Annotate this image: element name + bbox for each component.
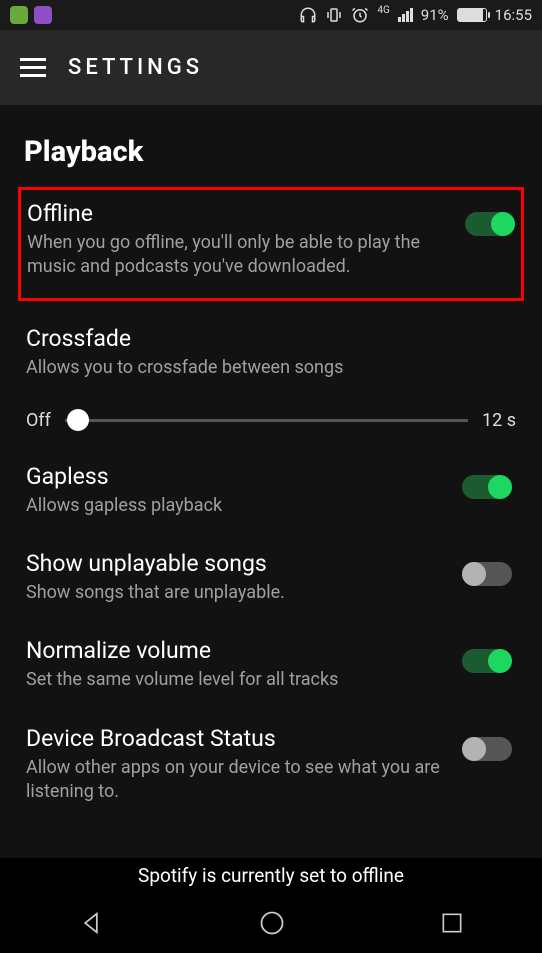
crossfade-max-label: 12 s <box>482 410 516 431</box>
setting-gapless-label: Gapless <box>26 463 442 490</box>
crossfade-slider-row: Off 12 s <box>24 400 518 439</box>
battery-icon <box>457 8 487 22</box>
setting-offline-desc: When you go offline, you'll only be able… <box>27 231 445 280</box>
status-bar: 4G 91% 16:55 <box>0 0 542 30</box>
toggle-normalize[interactable] <box>462 649 512 673</box>
setting-gapless[interactable]: Gapless Allows gapless playback <box>24 447 518 534</box>
system-navbar <box>0 897 542 953</box>
toggle-unplayable[interactable] <box>462 562 512 586</box>
crossfade-slider[interactable] <box>65 419 468 422</box>
setting-crossfade-desc: Allows you to crossfade between songs <box>26 356 492 380</box>
section-header-playback: Playback <box>24 135 518 169</box>
setting-broadcast-desc: Allow other apps on your device to see w… <box>26 756 442 805</box>
setting-unplayable-label: Show unplayable songs <box>26 550 442 577</box>
menu-icon[interactable] <box>20 58 46 77</box>
setting-normalize-desc: Set the same volume level for all tracks <box>26 668 442 692</box>
network-type-label: 4G <box>377 5 389 16</box>
setting-crossfade[interactable]: Crossfade Allows you to crossfade betwee… <box>24 309 518 396</box>
signal-icon <box>398 8 413 22</box>
app-toolbar: SETTINGS <box>0 30 542 105</box>
page-title: SETTINGS <box>68 55 203 80</box>
setting-crossfade-label: Crossfade <box>26 325 492 352</box>
setting-unplayable[interactable]: Show unplayable songs Show songs that ar… <box>24 534 518 621</box>
crossfade-slider-thumb[interactable] <box>67 409 89 431</box>
crossfade-min-label: Off <box>26 410 51 431</box>
setting-broadcast-label: Device Broadcast Status <box>26 725 442 752</box>
settings-content: Playback Offline When you go offline, yo… <box>0 105 542 885</box>
notification-app-icon-1 <box>10 6 28 24</box>
setting-normalize-label: Normalize volume <box>26 637 442 664</box>
toggle-broadcast[interactable] <box>462 737 512 761</box>
setting-unplayable-desc: Show songs that are unplayable. <box>26 581 442 605</box>
setting-broadcast[interactable]: Device Broadcast Status Allow other apps… <box>24 709 518 821</box>
setting-offline-label: Offline <box>27 200 445 227</box>
headphones-icon <box>299 6 317 24</box>
battery-percent: 91% <box>421 6 449 24</box>
nav-home-icon[interactable] <box>258 909 286 941</box>
nav-back-icon[interactable] <box>77 909 105 941</box>
offline-banner: Spotify is currently set to offline <box>0 858 542 893</box>
setting-offline[interactable]: Offline When you go offline, you'll only… <box>18 187 524 301</box>
alarm-icon <box>351 6 369 24</box>
toggle-offline[interactable] <box>465 212 515 236</box>
clock-time: 16:55 <box>495 6 532 24</box>
setting-gapless-desc: Allows gapless playback <box>26 494 442 518</box>
setting-normalize[interactable]: Normalize volume Set the same volume lev… <box>24 621 518 708</box>
nav-recent-icon[interactable] <box>439 910 465 940</box>
vibrate-icon <box>325 6 343 24</box>
toggle-gapless[interactable] <box>462 475 512 499</box>
notification-app-icon-2 <box>34 6 52 24</box>
